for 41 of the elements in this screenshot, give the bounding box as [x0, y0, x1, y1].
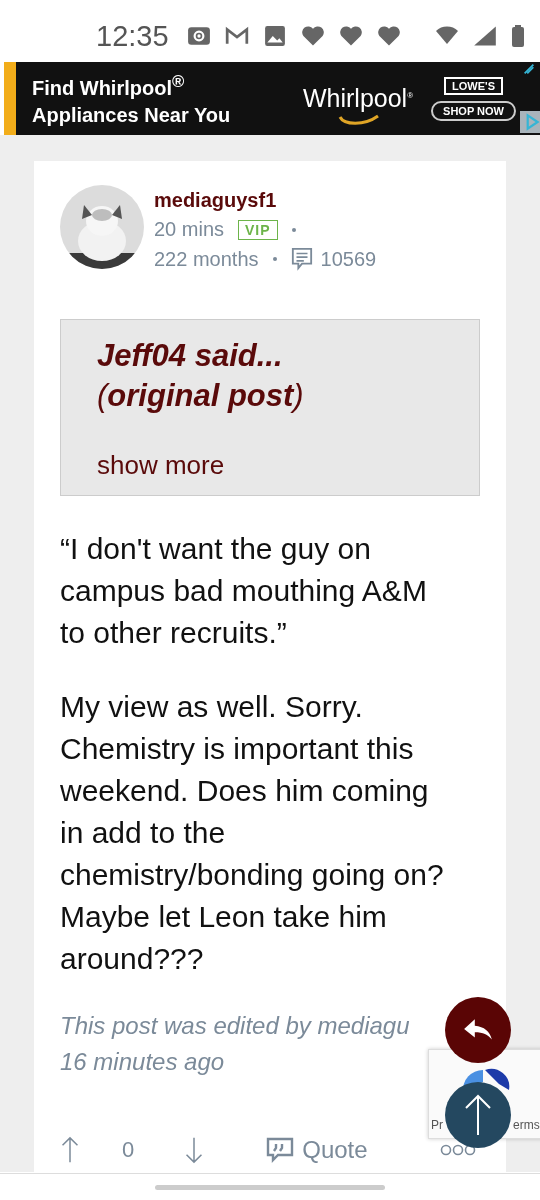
- signal-icon: [472, 25, 497, 47]
- mail-icon: [224, 25, 249, 47]
- image-icon: [262, 25, 287, 47]
- privacy-link[interactable]: Pr: [431, 1118, 443, 1132]
- vip-badge: VIP: [238, 219, 278, 240]
- member-tenure: 222 months: [154, 247, 259, 271]
- more-options-icon[interactable]: [440, 1144, 476, 1156]
- quote-author: Jeff04 said...: [97, 337, 283, 375]
- upvote-icon[interactable]: [60, 1136, 80, 1164]
- edit-note: 16 minutes ago: [60, 1047, 225, 1077]
- separator-dot: [272, 257, 277, 261]
- heart-icon: [338, 25, 363, 47]
- edit-note: This post was edited by mediagu: [60, 1011, 410, 1041]
- post-count: 10569: [320, 247, 377, 271]
- heart-icon: [376, 25, 401, 47]
- ad-banner[interactable]: Find Whirlpool$^{®}$ Appliances Near You Whirlpool$^{®}$ LOWE'S SHOP NOW: [4, 62, 540, 135]
- vote-count: 0: [122, 1137, 135, 1163]
- separator-dot: [291, 227, 296, 232]
- arrow-up-icon: [463, 1093, 493, 1137]
- post-paragraph: “I don't want the guy on campus bad mouthing A&M to other recruits.”: [60, 531, 428, 651]
- comment-icon: [290, 247, 313, 271]
- clock-time: 12:35: [96, 19, 169, 53]
- retailer-logo: LOWE'S: [444, 76, 503, 95]
- shop-now-button[interactable]: SHOP NOW: [431, 100, 516, 121]
- username-link[interactable]: mediaguysf1: [154, 189, 377, 212]
- ad-headline: Appliances Near You: [32, 103, 232, 129]
- show-more-link[interactable]: show more: [97, 450, 225, 481]
- original-post-link[interactable]: (original post): [97, 376, 304, 416]
- swoosh-icon: [336, 114, 381, 126]
- quote-icon: [266, 1137, 295, 1163]
- terms-link[interactable]: erms: [513, 1118, 540, 1132]
- battery-icon: [510, 25, 525, 47]
- brand-logo: Whirlpool$^{®}$: [302, 84, 414, 112]
- quote-button[interactable]: Quote: [266, 1136, 368, 1164]
- post-time: 20 mins: [154, 218, 225, 241]
- ad-headline: Find Whirlpool$^{®}$: [32, 70, 186, 101]
- radio-icon: [186, 25, 211, 47]
- post-paragraph: My view as well. Sorry. Chemistry is important this weekend. Does him coming in add to the chemistry/bonding going on? Maybe let Leon take him around???: [60, 689, 445, 977]
- downvote-icon[interactable]: [184, 1136, 205, 1164]
- heart-icon: [300, 25, 325, 47]
- home-handle[interactable]: [155, 1184, 385, 1190]
